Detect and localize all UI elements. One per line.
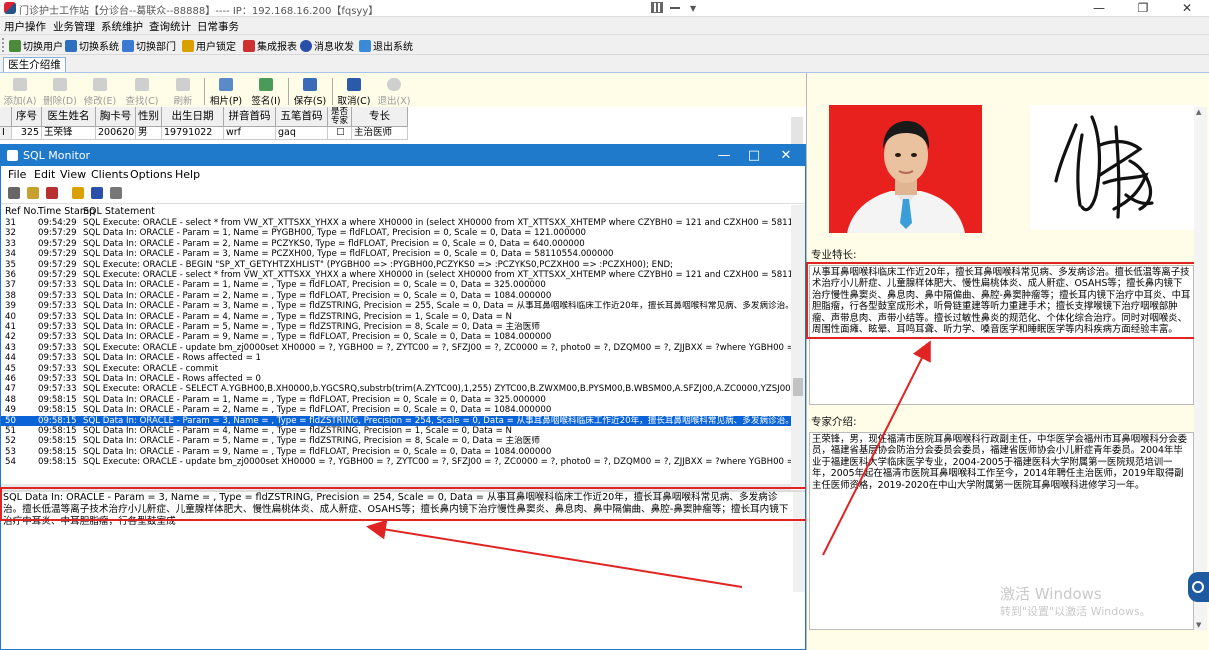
arrow-to-specialty bbox=[822, 340, 931, 556]
annotation-arrows bbox=[366, 340, 931, 588]
arrow-to-detail bbox=[366, 519, 743, 588]
